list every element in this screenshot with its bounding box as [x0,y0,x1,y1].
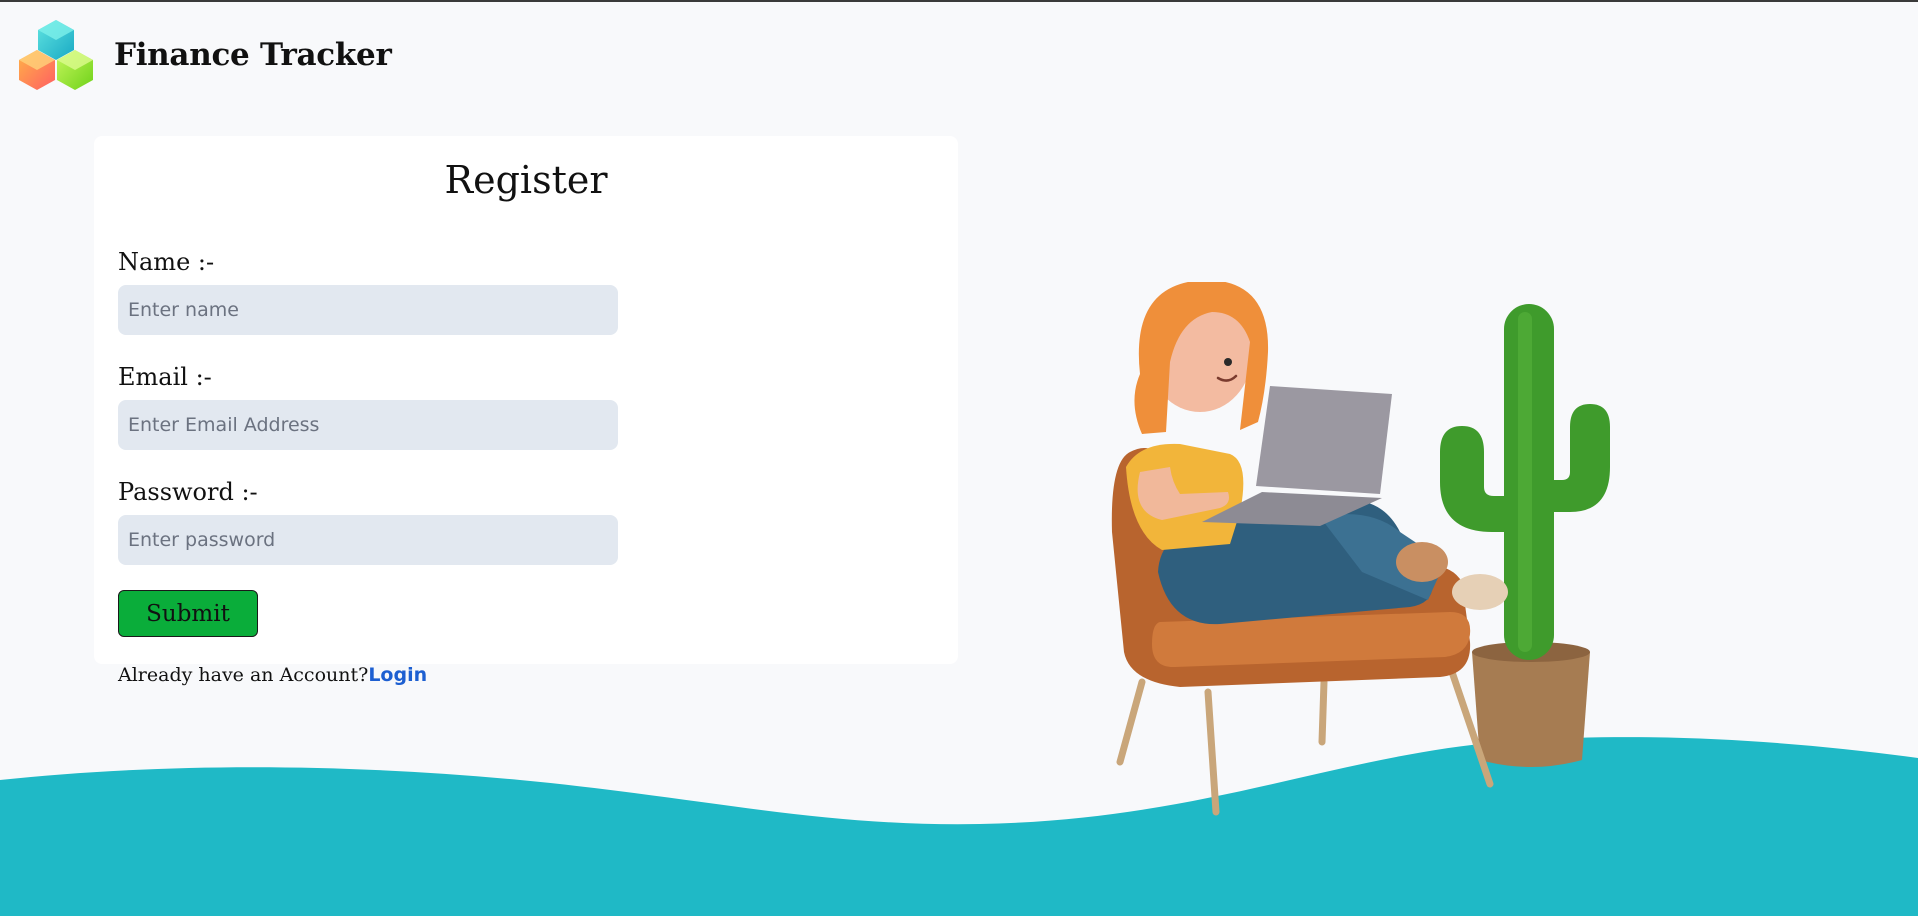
password-label: Password :- [118,478,258,506]
password-input[interactable] [118,515,618,565]
woman-on-laptop-with-cactus-illustration [1111,282,1610,816]
login-prompt: Already have an Account?Login [118,664,427,686]
email-input[interactable] [118,400,618,450]
name-label: Name :- [118,248,215,276]
login-prompt-text: Already have an Account? [118,664,369,686]
header: Finance Tracker [18,18,392,92]
cubes-logo-icon [19,20,93,90]
submit-button[interactable]: Submit [118,590,258,637]
register-card: Register Name :- Email :- Password :- Su… [94,136,958,664]
app-title: Finance Tracker [114,37,392,73]
login-link[interactable]: Login [368,664,427,686]
name-input[interactable] [118,285,618,335]
register-title: Register [444,158,608,202]
email-label: Email :- [118,363,212,391]
